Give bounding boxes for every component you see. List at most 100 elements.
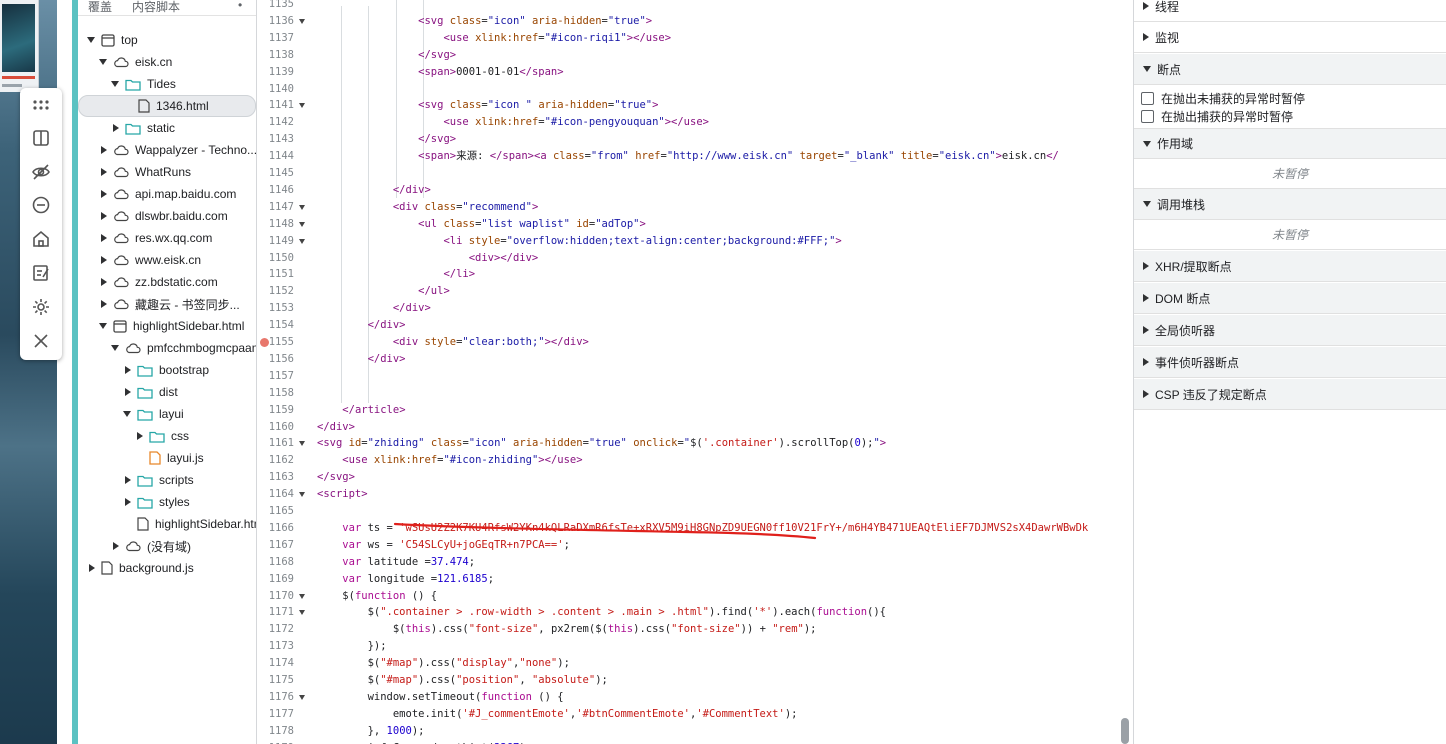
line-number[interactable]: 1174 <box>257 655 294 672</box>
tree-item[interactable]: (没有域) <box>78 535 256 557</box>
line-number[interactable]: 1138 <box>257 47 294 64</box>
code-line[interactable]: 1164 <script> <box>257 486 1133 503</box>
tree-item[interactable]: api.map.baidu.com <box>78 183 256 205</box>
fold-arrow-icon[interactable] <box>299 221 305 227</box>
expand-arrow-icon[interactable] <box>101 256 107 264</box>
expand-arrow-icon[interactable] <box>125 476 131 484</box>
code-line[interactable]: 1161 <svg id="zhiding" class="icon" aria-… <box>257 435 1133 452</box>
line-number[interactable]: 1172 <box>257 621 294 638</box>
fold-arrow-icon[interactable] <box>299 610 305 616</box>
expand-arrow-icon[interactable] <box>125 498 131 506</box>
code-line[interactable]: 1146 </div> <box>257 182 1133 199</box>
line-number[interactable]: 1158 <box>257 385 294 402</box>
line-number[interactable]: 1135 <box>257 0 294 13</box>
code-line[interactable]: 1176 window.setTimeout(function () { <box>257 689 1133 706</box>
tree-item[interactable]: 1346.html <box>78 95 256 117</box>
code-line[interactable]: 1158 <box>257 385 1133 402</box>
expand-arrow-icon[interactable] <box>125 388 131 396</box>
fold-arrow-icon[interactable] <box>299 441 305 447</box>
code-line[interactable]: 1179 infoCommend.getList(3367); <box>257 740 1133 744</box>
expand-arrow-icon[interactable] <box>101 300 107 308</box>
code-line[interactable]: 1150 <div></div> <box>257 250 1133 267</box>
section-csp-breakpoints[interactable]: CSP 违反了规定断点 <box>1134 379 1446 410</box>
line-number[interactable]: 1156 <box>257 351 294 368</box>
tree-item[interactable]: background.js <box>78 557 256 579</box>
line-number[interactable]: 1162 <box>257 452 294 469</box>
line-number[interactable]: 1137 <box>257 30 294 47</box>
line-number[interactable]: 1178 <box>257 723 294 740</box>
pause-caught-checkbox[interactable]: 在抛出捕获的异常时暂停 <box>1141 107 1293 125</box>
code-line[interactable]: 1143 </svg> <box>257 131 1133 148</box>
tree-item[interactable]: bootstrap <box>78 359 256 381</box>
line-number[interactable]: 1166 <box>257 520 294 537</box>
fold-arrow-icon[interactable] <box>299 204 305 210</box>
line-number[interactable]: 1170 <box>257 588 294 605</box>
code-line[interactable]: 1138 </svg> <box>257 47 1133 64</box>
line-number[interactable]: 1145 <box>257 165 294 182</box>
line-number[interactable]: 1167 <box>257 537 294 554</box>
expand-arrow-icon[interactable] <box>101 146 107 154</box>
pause-uncaught-checkbox[interactable]: 在抛出未捕获的异常时暂停 <box>1141 89 1305 107</box>
code-line[interactable]: 1147 <div class="recommend"> <box>257 199 1133 216</box>
code-line[interactable]: 1148 <ul class="list waplist" id="adTop"… <box>257 216 1133 233</box>
fold-arrow-icon[interactable] <box>299 103 305 109</box>
section-dom-breakpoints[interactable]: DOM 断点 <box>1134 283 1446 314</box>
code-line[interactable]: 1152 </ul> <box>257 283 1133 300</box>
code-line[interactable]: 1157 <box>257 368 1133 385</box>
eye-off-icon[interactable] <box>27 158 55 186</box>
collapse-arrow-icon[interactable] <box>123 411 131 417</box>
checkbox-box[interactable] <box>1141 91 1154 105</box>
tree-item[interactable]: dlswbr.baidu.com <box>78 205 256 227</box>
tree-item[interactable]: styles <box>78 491 256 513</box>
expand-arrow-icon[interactable] <box>125 366 131 374</box>
code-line[interactable]: 1163 </svg> <box>257 469 1133 486</box>
line-number[interactable]: 1146 <box>257 182 294 199</box>
tree-item[interactable]: dist <box>78 381 256 403</box>
section-event-listener-breakpoints[interactable]: 事件侦听器断点 <box>1134 347 1446 378</box>
line-number[interactable]: 1163 <box>257 469 294 486</box>
expand-arrow-icon[interactable] <box>101 212 107 220</box>
code-line[interactable]: 1140 <box>257 81 1133 98</box>
tree-item[interactable]: WhatRuns <box>78 161 256 183</box>
collapse-arrow-icon[interactable] <box>99 59 107 65</box>
line-number[interactable]: 1160 <box>257 419 294 436</box>
code-line[interactable]: 1139 <span>0001-01-01</span> <box>257 64 1133 81</box>
code-line[interactable]: 1136 <svg class="icon" aria-hidden="true… <box>257 13 1133 30</box>
line-number[interactable]: 1140 <box>257 81 294 98</box>
line-number[interactable]: 1164 <box>257 486 294 503</box>
editor-scrollbar[interactable] <box>1121 718 1129 744</box>
tree-item[interactable]: Tides <box>78 73 256 95</box>
section-breakpoints[interactable]: 断点 <box>1134 54 1446 85</box>
line-number[interactable]: 1141 <box>257 97 294 114</box>
checkbox-box[interactable] <box>1141 109 1154 123</box>
close-icon[interactable] <box>27 327 55 355</box>
line-number[interactable]: 1142 <box>257 114 294 131</box>
tree-item[interactable]: static <box>78 117 256 139</box>
minus-circle-icon[interactable] <box>27 191 55 219</box>
tree-item[interactable]: res.wx.qq.com <box>78 227 256 249</box>
tree-item[interactable]: www.eisk.cn <box>78 249 256 271</box>
line-number[interactable]: 1151 <box>257 266 294 283</box>
expand-arrow-icon[interactable] <box>89 564 95 572</box>
line-number[interactable]: 1171 <box>257 604 294 621</box>
grid-dots-icon[interactable] <box>27 91 55 119</box>
expand-arrow-icon[interactable] <box>101 168 107 176</box>
line-number[interactable]: 1149 <box>257 233 294 250</box>
line-number[interactable]: 1154 <box>257 317 294 334</box>
section-callstack[interactable]: 调用堆栈 <box>1134 189 1446 220</box>
section-watch[interactable]: 监视 <box>1134 22 1446 53</box>
line-number[interactable]: 1173 <box>257 638 294 655</box>
line-number[interactable]: 1152 <box>257 283 294 300</box>
tree-item[interactable]: zz.bdstatic.com <box>78 271 256 293</box>
section-threads[interactable]: 线程 <box>1134 0 1446 22</box>
edit-note-icon[interactable] <box>27 259 55 287</box>
fold-arrow-icon[interactable] <box>299 492 305 498</box>
more-tabs-icon[interactable]: • <box>238 0 242 12</box>
expand-arrow-icon[interactable] <box>113 124 119 132</box>
code-editor[interactable]: 1135 1136 <svg class="icon" aria-hidden="… <box>257 0 1133 744</box>
line-number[interactable]: 1175 <box>257 672 294 689</box>
split-panel-icon[interactable] <box>27 124 55 152</box>
expand-arrow-icon[interactable] <box>137 432 143 440</box>
tree-item[interactable]: layui.js <box>78 447 256 469</box>
fold-arrow-icon[interactable] <box>299 593 305 599</box>
